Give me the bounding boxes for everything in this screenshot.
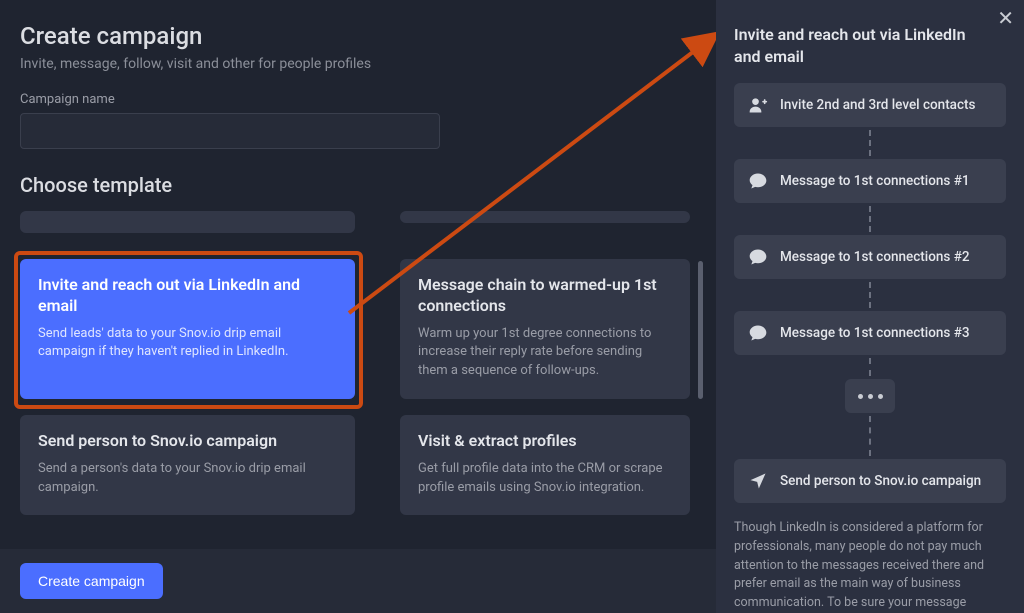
flow-connector [869,130,871,156]
flow-connector [869,206,871,232]
flow-step-invite[interactable]: Invite 2nd and 3rd level contacts [734,83,1006,127]
message-icon [748,247,768,267]
footer-bar: Create campaign [0,549,716,613]
flow-step-label: Message to 1st connections #2 [780,249,970,265]
flow-step-send-snovio[interactable]: Send person to Snov.io campaign [734,459,1006,503]
campaign-name-label: Campaign name [20,92,696,107]
panel-description: Though LinkedIn is considered a platform… [734,519,1006,613]
template-card-desc: Send leads' data to your Snov.io drip em… [38,325,337,363]
template-scrollbar[interactable] [698,261,703,399]
flow-steps: Invite 2nd and 3rd level contacts Messag… [734,83,1006,503]
template-preview-panel: ✕ Invite and reach out via LinkedIn and … [716,0,1024,613]
template-card-desc: Get full profile data into the CRM or sc… [418,460,672,498]
template-card-desc: Warm up your 1st degree connections to i… [418,325,672,382]
flow-step-label: Invite 2nd and 3rd level contacts [780,97,975,113]
send-icon [748,471,768,491]
flow-more-icon[interactable] [845,379,895,413]
flow-connector [869,358,871,376]
template-card-visit-extract[interactable]: Visit & extract profiles Get full profil… [400,415,690,515]
campaign-name-input[interactable] [20,113,440,149]
flow-step-label: Send person to Snov.io campaign [780,473,981,489]
template-card-message-chain[interactable]: Message chain to warmed-up 1st connectio… [400,259,690,399]
message-icon [748,171,768,191]
page-title: Create campaign [20,22,696,50]
template-card-cutoff[interactable] [20,211,355,233]
flow-step-message-2[interactable]: Message to 1st connections #2 [734,235,1006,279]
template-card-title: Send person to Snov.io campaign [38,431,337,452]
template-card-title: Message chain to warmed-up 1st connectio… [418,275,672,317]
create-campaign-pane: Create campaign Invite, message, follow,… [0,0,716,613]
message-icon [748,323,768,343]
template-card-desc: Send a person's data to your Snov.io dri… [38,460,337,498]
flow-step-label: Message to 1st connections #3 [780,325,970,341]
flow-step-label: Message to 1st connections #1 [780,173,970,189]
template-card-title: Invite and reach out via LinkedIn and em… [38,275,337,317]
person-plus-icon [748,95,768,115]
flow-step-message-1[interactable]: Message to 1st connections #1 [734,159,1006,203]
template-card-title: Visit & extract profiles [418,431,672,452]
template-card-invite-linkedin-email[interactable]: Invite and reach out via LinkedIn and em… [20,259,355,399]
flow-connector [869,282,871,308]
template-card-send-snovio[interactable]: Send person to Snov.io campaign Send a p… [20,415,355,515]
panel-title: Invite and reach out via LinkedIn and em… [734,24,1006,67]
close-icon[interactable]: ✕ [997,8,1014,28]
template-scroll-area: Invite and reach out via LinkedIn and em… [20,211,706,531]
template-card-cutoff[interactable] [400,211,690,223]
create-campaign-button[interactable]: Create campaign [20,563,163,599]
page-subtitle: Invite, message, follow, visit and other… [20,56,696,72]
flow-connector [869,416,871,456]
flow-step-message-3[interactable]: Message to 1st connections #3 [734,311,1006,355]
choose-template-heading: Choose template [20,173,696,197]
